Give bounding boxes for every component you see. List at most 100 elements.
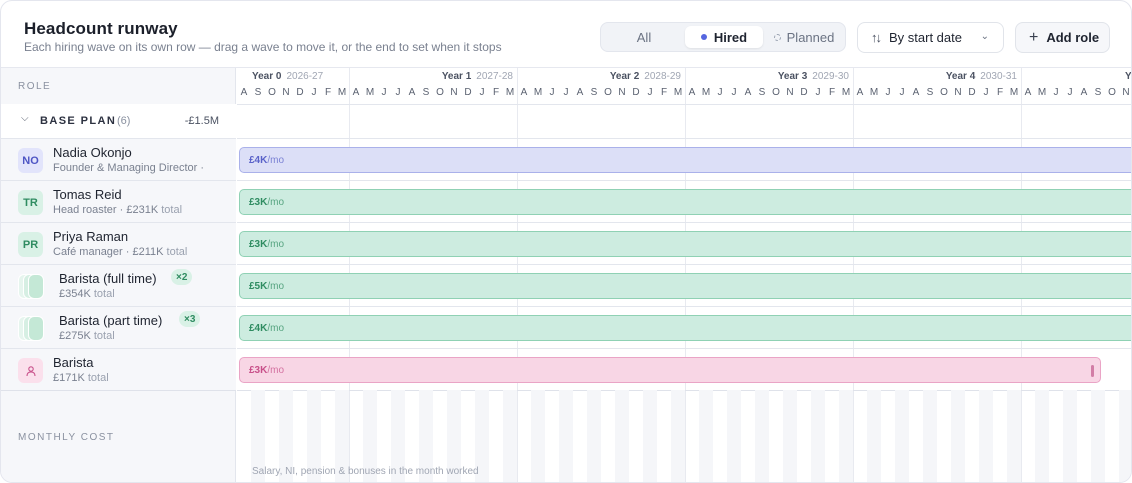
month-label: J	[381, 87, 387, 98]
filter-all-button[interactable]: All	[605, 26, 683, 48]
role-row-barista-full-time[interactable]: Barista (full time) ×2 £354K total	[1, 265, 236, 307]
header: Headcount runway Each hiring wave on its…	[1, 1, 1131, 68]
year-range: 2029-30	[812, 71, 849, 82]
month-stripe	[867, 390, 881, 482]
month-stripe	[671, 390, 685, 482]
month-stripe	[531, 390, 545, 482]
month-label: F	[492, 87, 500, 98]
divider	[237, 306, 1131, 307]
person-icon	[18, 358, 43, 383]
month-stripe	[727, 390, 741, 482]
role-row-barista-part-time[interactable]: Barista (part time) ×3 £275K total	[1, 307, 236, 349]
divider	[237, 264, 1131, 265]
monthly-cost-label: MONTHLY COST	[18, 432, 115, 443]
month-stripe	[643, 390, 657, 482]
month-label: F	[324, 87, 332, 98]
group-total: -£1.5M	[184, 115, 219, 127]
multiplier-badge: ×3	[179, 311, 201, 327]
month-stripe	[783, 390, 797, 482]
month-stripe	[559, 390, 573, 482]
month-label: J	[395, 87, 401, 98]
bar-amount: £4K	[249, 322, 268, 334]
year-header: Year 3 2029-30	[685, 68, 853, 86]
month-label: J	[899, 87, 905, 98]
role-detail: Founder & Managing Director ·	[53, 162, 204, 174]
role-detail-text: Head roaster · £231K	[53, 204, 159, 216]
month-label: S	[254, 87, 262, 98]
add-role-button[interactable]: + Add role	[1015, 22, 1110, 53]
group-label: BASE PLAN	[40, 115, 117, 127]
role-column: ROLE ⌵ BASE PLAN (6) -£1.5M NO Nadia Oko…	[1, 68, 236, 482]
role-name: Nadia Okonjo	[53, 145, 132, 160]
month-label: N	[282, 87, 290, 98]
page-subtitle: Each hiring wave on its own row — drag a…	[24, 40, 502, 54]
wave-bar-priya-raman[interactable]: £3K/mo	[239, 231, 1131, 257]
role-name: Barista (part time)	[59, 313, 163, 328]
wave-bar-nadia-okonjo[interactable]: £4K/mo	[239, 147, 1131, 173]
role-detail: £171K total	[53, 372, 109, 384]
wave-bar-barista-part-time[interactable]: £4K/mo	[239, 315, 1131, 341]
bar-amount: £3K	[249, 196, 268, 208]
divider	[237, 348, 1131, 349]
month-label: D	[296, 87, 304, 98]
sort-arrows-icon: ↑↓	[871, 30, 882, 45]
month-label: D	[800, 87, 808, 98]
multiplier-badge: ×2	[171, 269, 193, 285]
month-label: S	[758, 87, 766, 98]
hired-dot-icon	[700, 34, 707, 40]
month-stripe	[755, 390, 769, 482]
month-label: A	[520, 87, 528, 98]
bar-unit: /mo	[267, 238, 285, 250]
bar-unit: /mo	[267, 364, 285, 376]
divider	[237, 138, 1131, 139]
bar-amount: £3K	[249, 238, 268, 250]
month-label: S	[1094, 87, 1102, 98]
year-name: Year 2	[609, 71, 640, 82]
role-detail: Head roaster · £231K total	[53, 204, 182, 216]
month-label: A	[744, 87, 752, 98]
filter-hired-button[interactable]: Hired	[685, 26, 763, 48]
month-label: J	[1053, 87, 1059, 98]
month-label: F	[660, 87, 668, 98]
role-detail: £354K total	[59, 288, 115, 300]
month-stripe	[923, 390, 937, 482]
role-detail-text: Café manager · £211K	[53, 246, 164, 258]
year-header: Year 4 2030-31	[853, 68, 1021, 86]
chevron-down-icon[interactable]: ⌵	[21, 113, 29, 124]
role-total-suffix: total	[93, 288, 115, 300]
role-row-nadia-okonjo[interactable]: NO Nadia Okonjo Founder & Managing Direc…	[1, 139, 236, 181]
month-stripe	[1063, 390, 1077, 482]
avatar-stack-item	[28, 316, 44, 341]
avatar-stack	[18, 274, 52, 299]
month-stripe	[839, 390, 853, 482]
role-row-tomas-reid[interactable]: TR Tomas Reid Head roaster · £231K total	[1, 181, 236, 223]
bar-unit: /mo	[267, 154, 285, 166]
role-row-priya-raman[interactable]: PR Priya Raman Café manager · £211K tota…	[1, 223, 236, 265]
end-drag-handle[interactable]	[1091, 365, 1094, 377]
month-label: J	[563, 87, 569, 98]
wave-bar-tomas-reid[interactable]: £3K/mo	[239, 189, 1131, 215]
month-stripe	[979, 390, 993, 482]
month-label: A	[912, 87, 920, 98]
role-row-barista[interactable]: Barista £171K total	[1, 349, 236, 391]
month-label: M	[701, 87, 711, 98]
wave-bar-barista-full-time[interactable]: £5K/mo	[239, 273, 1131, 299]
month-label: M	[869, 87, 879, 98]
bar-unit: /mo	[267, 196, 285, 208]
month-stripe	[1007, 390, 1021, 482]
sort-dropdown[interactable]: ↑↓ By start date ⌄	[857, 22, 1004, 53]
filter-planned-button[interactable]: Planned	[765, 26, 843, 48]
month-label: O	[268, 87, 276, 98]
month-label: J	[479, 87, 485, 98]
wave-bar-barista[interactable]: £3K/mo	[239, 357, 1101, 383]
group-row-base-plan[interactable]: ⌵ BASE PLAN (6) -£1.5M	[1, 104, 236, 138]
month-label: D	[968, 87, 976, 98]
month-stripe	[1091, 390, 1105, 482]
filter-hired-label: Hired	[713, 29, 748, 45]
year-range: 2027-28	[476, 71, 513, 82]
month-label: A	[688, 87, 696, 98]
month-label: M	[1037, 87, 1047, 98]
filter-all-label: All	[636, 29, 652, 45]
add-role-label: Add role	[1046, 30, 1100, 45]
month-label: J	[731, 87, 737, 98]
